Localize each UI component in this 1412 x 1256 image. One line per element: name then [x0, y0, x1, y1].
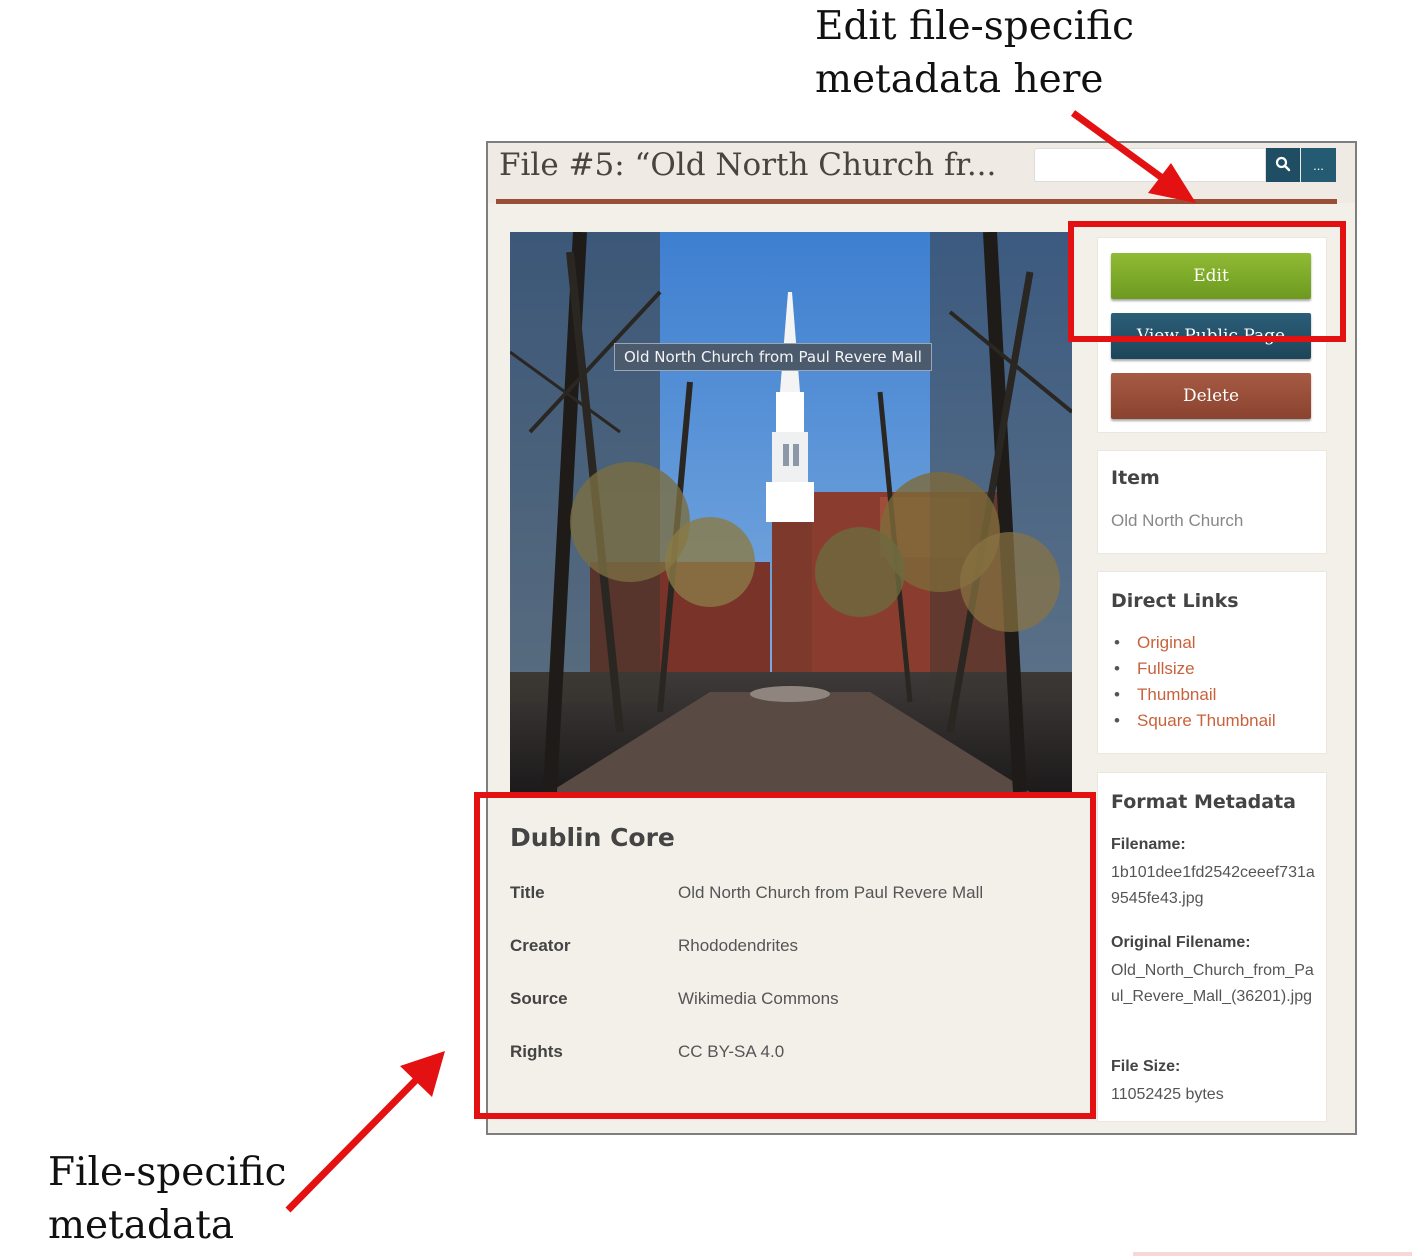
arrow-to-edit: [1070, 110, 1168, 183]
arrow-to-dublin-core: [285, 1075, 421, 1213]
decorative-strip: [1133, 1252, 1412, 1256]
annotation-arrows: [285, 110, 1196, 1213]
